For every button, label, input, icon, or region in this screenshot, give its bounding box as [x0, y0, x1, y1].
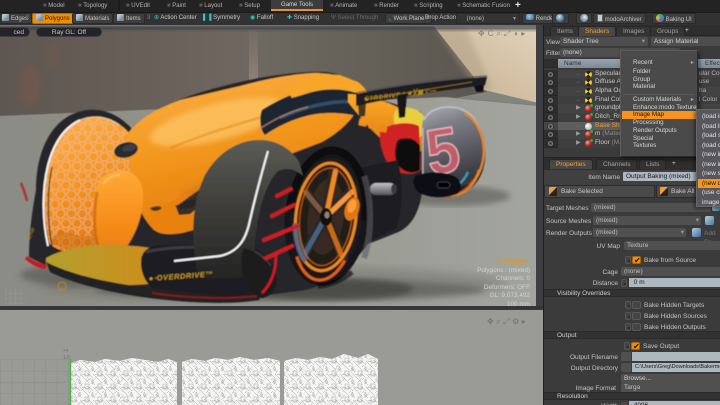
- svg-text:✥⌕⤢⚙▸: ✥⌕⤢⚙▸: [487, 317, 528, 326]
- svg-text:1.0: 1.0: [63, 355, 70, 361]
- svg-text:+v: +v: [63, 348, 69, 354]
